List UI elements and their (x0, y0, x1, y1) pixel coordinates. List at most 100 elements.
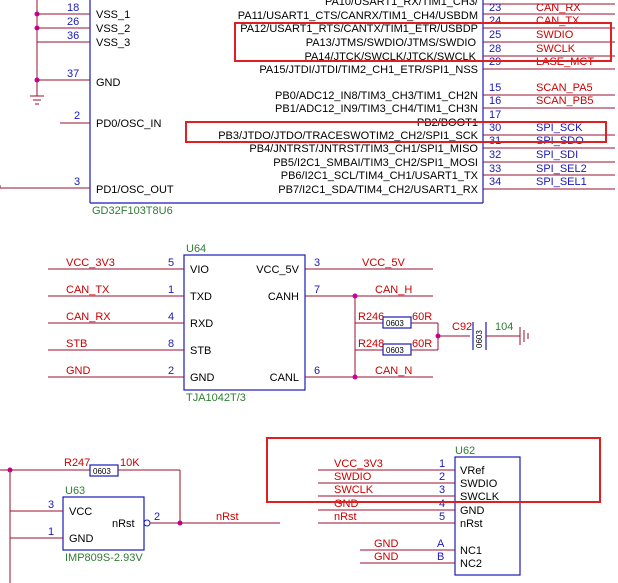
u62-pin-num: B (437, 551, 444, 563)
net-label: SWDIO (536, 29, 574, 41)
mcu-pin-num: 2 (74, 110, 80, 122)
u62-swd-connector: U62 VCC_3V3 SWDIO SWCLK GND nRst GND GND… (266, 437, 601, 576)
u64-pin-name: GND (190, 372, 215, 384)
net-label: nRst (216, 511, 239, 523)
net-label: VCC_3V3 (334, 458, 383, 470)
mcu-pin-num: 32 (489, 149, 501, 161)
mcu-pin-name: PA12/USART1_RTS/CANTX/TIM1_ETR/USBDP (240, 23, 478, 35)
u64-pin-name: CANH (268, 291, 299, 303)
net-label: CAN_N (375, 365, 412, 377)
mcu-pin-num: 15 (489, 82, 501, 94)
net-label: nRst (334, 511, 357, 523)
mcu-pin-num: 26 (67, 16, 79, 28)
c92-ref: C92 (452, 321, 472, 333)
mcu-pin-name: PB0/ADC12_IN8/TIM3_CH3/TIM1_CH2N (275, 90, 478, 102)
u64-can-transceiver: U64 TJA1042T/3 VCC_3V3 5 VIO CAN_TX 1 TX… (48, 243, 529, 404)
u62-ref: U62 (455, 445, 475, 457)
net-label: SCAN_PB5 (536, 95, 593, 107)
mcu-pin-num: 23 (489, 2, 501, 14)
u62-pin-num: 2 (439, 471, 445, 483)
r247-package: 0603 (93, 467, 111, 476)
u64-pin-num: 2 (168, 365, 174, 377)
u63-pin-num: 3 (48, 499, 54, 511)
inverted-output-bubble (143, 519, 151, 527)
u63-pin-name: nRst (112, 518, 135, 530)
mcu-part-label: GD32F103T8U6 (92, 205, 173, 217)
u62-pin-name: NC2 (460, 558, 482, 570)
mcu-pin-name: PA13/JTMS/SWDIO/JTMS/SWDIO (306, 37, 477, 49)
net-label: CAN_RX (66, 311, 111, 323)
u63-pin-name: VCC (69, 506, 92, 518)
u62-pin-num: 1 (439, 458, 445, 470)
u63-part: IMP809S-2.93V (65, 552, 143, 564)
u62-pin-name: GND (460, 505, 485, 517)
u64-pin-num: 1 (168, 284, 174, 296)
mcu-pin-name: PA15/JTDI/JTDI/TIM2_CH1_ETR/SPI1_NSS (259, 64, 478, 76)
mcu-pin-name: PA11/USART1_CTS/CANRX/TIM1_CH4/USBDM (238, 10, 478, 22)
schematic-canvas: GD32F103T8U6 18 VSS_1 26 VSS_2 36 VSS_3 … (0, 0, 618, 583)
mcu-pin-num: 28 (489, 43, 501, 55)
net-label: CAN_RX (536, 2, 581, 14)
r248-package: 0603 (386, 346, 404, 355)
u62-pin-name: NC1 (460, 545, 482, 557)
u64-pin-name: STB (190, 345, 211, 357)
mcu-pin-name: PB6/I2C1_SCL/TIM4_CH1/USART1_TX (281, 170, 479, 182)
u64-pin-num: 7 (314, 284, 320, 296)
u64-pin-name: CANL (270, 372, 299, 384)
mcu-pin-num: 34 (489, 176, 501, 188)
r246-package: 0603 (386, 319, 404, 328)
mcu-pin-name: PB1/ADC12_IN9/TIM3_CH4/TIM1_CH3N (275, 103, 478, 115)
mcu-pin-num: 16 (489, 95, 501, 107)
net-label: SCAN_PA5 (536, 82, 593, 94)
net-label: SPI_SDI (536, 149, 578, 161)
mcu-pin-name: PB4/JNTRST/JNTRST/TIM3_CH1/SPI1_MISO (249, 143, 478, 155)
u62-pin-name: VRef (460, 465, 485, 477)
u62-pin-num: A (437, 538, 445, 550)
r246-value: 60R (412, 311, 432, 323)
mcu-pin-name: PD1/OSC_OUT (96, 184, 174, 196)
net-label: SWCLK (536, 43, 576, 55)
net-label: CAN_TX (536, 15, 580, 27)
net-label: SWCLK (334, 484, 374, 496)
c92-package: 0603 (475, 330, 484, 348)
mcu-pin-num: 30 (489, 122, 501, 134)
mcu-pin-name: PB5/I2C1_SMBAI/TIM3_CH2/SPI1_MOSI (273, 157, 478, 169)
u62-pin-name: nRst (460, 518, 483, 530)
u64-pin-name: VCC_5V (256, 264, 299, 276)
u62-pin-num: 5 (439, 511, 445, 523)
net-label: SPI_SEL1 (536, 176, 587, 188)
mcu-pin-name: VSS_2 (96, 23, 130, 35)
mcu-pin-name: PB3/JTDO/JTDO/TRACESWOTIM2_CH2/SPI1_SCK (218, 130, 478, 142)
mcu-pin-num: 37 (67, 68, 79, 80)
u64-pin-name: RXD (190, 318, 213, 330)
u64-pin-name: TXD (190, 291, 212, 303)
net-label: SPI_SEL2 (536, 163, 587, 175)
u63-pin-name: GND (69, 533, 94, 545)
net-label: GND (374, 551, 399, 563)
r247-ref: R247 (64, 457, 90, 469)
mcu-pin-num: 25 (489, 29, 501, 41)
u64-ref: U64 (186, 243, 206, 255)
u62-pin-num: 3 (439, 484, 445, 496)
net-label: CAN_TX (66, 284, 110, 296)
r248-value: 60R (412, 338, 432, 350)
u63-pin-num: 2 (154, 511, 160, 523)
mcu-pin-num: 36 (67, 30, 79, 42)
c92-value: 104 (495, 321, 513, 333)
u63-reset-supervisor: U63 IMP809S-2.93V 0603 R247 10K 3 VCC 1 … (0, 457, 280, 583)
mcu-pin-num: 3 (74, 176, 80, 188)
u64-pin-num: 3 (314, 257, 320, 269)
gd32-mcu: GD32F103T8U6 18 VSS_1 26 VSS_2 36 VSS_3 … (0, 0, 615, 217)
mcu-right-pins: PA10/USART1_RX/TIM1_CH3/ PA11/USART1_CTS… (218, 0, 615, 196)
u63-pin-num: 1 (48, 526, 54, 538)
net-label: GND (374, 538, 399, 550)
u64-pin-num: 8 (168, 338, 174, 350)
mcu-pin-name: PB7/I2C1_SDA/TIM4_CH2/USART1_RX (278, 184, 478, 196)
mcu-pin-name: VSS_1 (96, 9, 130, 21)
mcu-pin-num: 18 (67, 2, 79, 14)
mcu-pin-num: 24 (489, 15, 501, 27)
r246-ref: R246 (358, 311, 384, 323)
net-label: STB (66, 338, 87, 350)
net-label: VCC_5V (362, 257, 405, 269)
u64-pin-name: VIO (190, 264, 209, 276)
